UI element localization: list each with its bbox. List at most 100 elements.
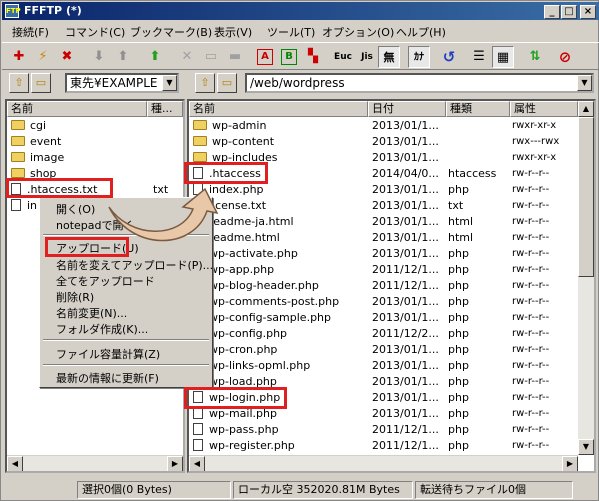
auto-mode-button[interactable]: ▚	[302, 46, 324, 68]
menu-item-upload-rename[interactable]: 名前を変えてアップロード(P)...	[56, 257, 213, 273]
scroll-right-icon[interactable]: ▶	[167, 456, 183, 471]
file-type: php	[448, 263, 469, 276]
euc-button[interactable]: Euc	[332, 46, 354, 68]
remote-open-folder-button[interactable]: ▭	[217, 73, 237, 93]
scroll-thumb[interactable]	[578, 117, 594, 277]
jis-button[interactable]: Jis	[356, 46, 378, 68]
remote-col-type[interactable]: 種類	[446, 101, 510, 117]
make-dir-button[interactable]: ▬	[224, 46, 246, 68]
remote-vertical-scrollbar[interactable]: ▲ ▼	[578, 101, 594, 455]
delete-button[interactable]: ✕	[176, 46, 198, 68]
table-row[interactable]: index.php 2013/01/1... php rw-r--r--	[189, 182, 594, 198]
folder-icon	[11, 152, 25, 162]
remote-col-name[interactable]: 名前	[189, 101, 368, 117]
rename-button[interactable]: ▭	[200, 46, 222, 68]
table-row[interactable]: wp-config-sample.php 2013/01/1... php rw-r-…	[189, 310, 594, 326]
table-row[interactable]: wp-activate.php 2013/01/1... php rw-r--r--	[189, 246, 594, 262]
table-row[interactable]: wp-content 2013/01/1... rwx---rwx	[189, 134, 594, 150]
ascii-mode-button[interactable]: A	[254, 46, 276, 68]
delete-icon: ✕	[181, 49, 193, 64]
scroll-up-icon[interactable]: ▲	[578, 101, 594, 117]
kana-button[interactable]: ｶﾅ	[408, 46, 430, 68]
remote-col-attr[interactable]: 属性	[510, 101, 578, 117]
menu-tools[interactable]: ツール(T)	[267, 24, 315, 40]
local-col-name[interactable]: 名前	[7, 101, 147, 117]
table-row[interactable]: wp-cron.php 2013/01/1... php rw-r--r--	[189, 342, 594, 358]
scroll-left-icon[interactable]: ◀	[189, 456, 205, 471]
list-item[interactable]: image	[7, 150, 183, 166]
mirror-upload-button[interactable]: ⬆	[144, 46, 166, 68]
menu-options[interactable]: オプション(O)	[322, 24, 394, 40]
disconnect-button[interactable]: ✖	[56, 46, 78, 68]
menu-item-calc-size[interactable]: ファイル容量計算(Z)	[56, 346, 160, 362]
detail-view-button[interactable]: ▦	[492, 46, 514, 68]
list-item[interactable]: cgi	[7, 118, 183, 134]
stop-button[interactable]: ⊘	[554, 46, 576, 68]
scroll-left-icon[interactable]: ◀	[7, 456, 23, 471]
quick-connect-button[interactable]: ⚡	[32, 46, 54, 68]
list-item[interactable]: event	[7, 134, 183, 150]
download-button[interactable]: ⬇	[88, 46, 110, 68]
menu-item-rename[interactable]: 名前変更(N)...	[56, 305, 127, 321]
connect-button[interactable]: ✚	[8, 46, 30, 68]
menu-connect[interactable]: 接続(F)	[12, 24, 49, 40]
remote-col-date[interactable]: 日付	[368, 101, 446, 117]
table-row[interactable]: wp-admin 2013/01/1... rwxr-xr-x	[189, 118, 594, 134]
menu-item-upload-all[interactable]: 全てをアップロード	[56, 273, 155, 289]
local-horizontal-scrollbar[interactable]: ◀ ▶	[7, 455, 183, 471]
menu-item-delete[interactable]: 削除(R)	[56, 289, 94, 305]
menu-item-refresh[interactable]: 最新の情報に更新(F)	[56, 370, 159, 386]
maximize-button[interactable]: □	[561, 5, 577, 19]
close-button[interactable]: ×	[580, 5, 596, 19]
stop-icon: ⊘	[558, 48, 572, 66]
remote-path-combo[interactable]: /web/wordpress ▼	[245, 73, 594, 93]
local-path-text: 東先¥EXAMPLE	[70, 76, 158, 90]
sync-browse-button[interactable]: ⇅	[524, 46, 546, 68]
file-name: wp-content	[212, 135, 275, 148]
table-row[interactable]: wp-blog-header.php 2011/12/1... php rw-r--r…	[189, 278, 594, 294]
scroll-right-icon[interactable]: ▶	[562, 456, 578, 471]
file-date: 2011/12/2...	[372, 327, 439, 340]
local-col-type[interactable]: 種...	[147, 101, 183, 117]
table-row[interactable]: readme.html 2013/01/1... html rw-r--r--	[189, 230, 594, 246]
table-row[interactable]: wp-config.php 2011/12/2... php rw-r--r--	[189, 326, 594, 342]
menu-bookmark[interactable]: ブックマーク(B)	[130, 24, 212, 40]
menu-view[interactable]: 表示(V)	[214, 24, 252, 40]
file-attr: rw-r--r--	[512, 216, 550, 227]
file-attr: rw-r--r--	[512, 248, 550, 259]
table-row[interactable]: wp-pass.php 2011/12/1... php rw-r--r--	[189, 422, 594, 438]
file-attr: rw-r--r--	[512, 184, 550, 195]
local-up-folder-button[interactable]: ⇧	[9, 73, 29, 93]
upload-button[interactable]: ⬆	[112, 46, 134, 68]
chevron-down-icon[interactable]: ▼	[577, 75, 592, 91]
table-row[interactable]: wp-links-opml.php 2013/01/1... php rw-r--r-…	[189, 358, 594, 374]
minimize-button[interactable]: _	[544, 5, 560, 19]
menu-item-open[interactable]: 開く(O)	[56, 201, 95, 217]
file-attr: rw-r--r--	[512, 168, 550, 179]
remote-up-folder-button[interactable]: ⇧	[195, 73, 215, 93]
no-convert-button[interactable]: 無	[378, 46, 400, 68]
menu-item-make-folder[interactable]: フォルダ作成(K)...	[56, 321, 148, 337]
local-path-combo[interactable]: 東先¥EXAMPLE ▼	[65, 73, 179, 93]
menu-help[interactable]: ヘルプ(H)	[396, 24, 446, 40]
disconnect-icon: ✖	[61, 49, 73, 64]
chevron-down-icon[interactable]: ▼	[162, 75, 177, 91]
table-row[interactable]: readme-ja.html 2013/01/1... html rw-r--r--	[189, 214, 594, 230]
folder-icon	[193, 120, 207, 130]
table-row[interactable]: wp-comments-post.php 2013/01/1... php rw-r-…	[189, 294, 594, 310]
refresh-button[interactable]: ↺	[438, 46, 460, 68]
binary-mode-button[interactable]: B	[278, 46, 300, 68]
file-date: 2013/01/1...	[372, 375, 439, 388]
table-row[interactable]: license.txt 2013/01/1... txt rw-r--r--	[189, 198, 594, 214]
remote-horizontal-scrollbar[interactable]: ◀ ▶	[189, 455, 578, 471]
local-path-row: ⇧ ▭ 東先¥EXAMPLE ▼	[1, 73, 186, 95]
file-icon	[193, 423, 203, 435]
file-name: cgi	[30, 119, 47, 132]
local-open-folder-button[interactable]: ▭	[31, 73, 51, 93]
table-row[interactable]: wp-app.php 2011/12/1... php rw-r--r--	[189, 262, 594, 278]
menu-command[interactable]: コマンド(C)	[65, 24, 125, 40]
list-view-button[interactable]: ☰	[468, 46, 490, 68]
table-row[interactable]: wp-register.php 2011/12/1... php rw-r--r--	[189, 438, 594, 454]
file-name: wp-app.php	[209, 263, 275, 276]
scroll-down-icon[interactable]: ▼	[578, 439, 594, 455]
